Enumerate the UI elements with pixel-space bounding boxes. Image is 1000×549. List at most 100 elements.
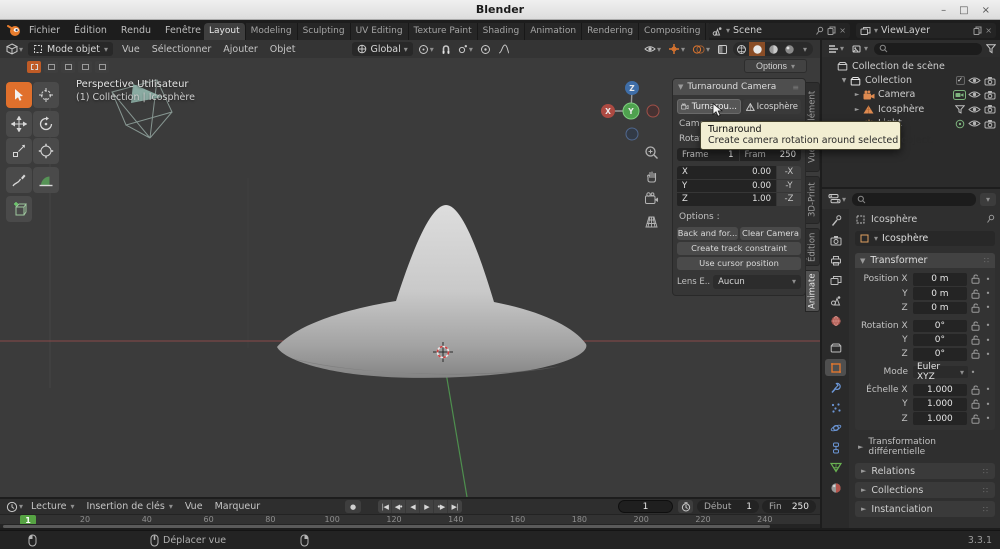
render-visibility-icon[interactable] <box>982 76 997 86</box>
tab-object-data[interactable] <box>825 459 846 476</box>
workspace-tab-UV Editing[interactable]: UV Editing <box>351 23 409 40</box>
navigation-gizmo[interactable]: Z X Y <box>596 78 666 148</box>
timeline-menu-Vue[interactable]: Vue <box>179 501 209 512</box>
axis-negate-button-Z[interactable]: -Z <box>777 193 801 206</box>
pin-icon[interactable] <box>815 26 824 36</box>
sidebar-tab-Édition[interactable]: Édition <box>805 228 820 266</box>
eye-icon[interactable] <box>967 119 982 128</box>
select-extend-button[interactable] <box>44 61 58 73</box>
render-visibility-icon[interactable] <box>982 119 997 129</box>
workspace-tab-Rendering[interactable]: Rendering <box>582 23 639 40</box>
maximize-button[interactable]: □ <box>959 5 968 16</box>
frame-start-field[interactable]: Début1 <box>697 500 759 513</box>
animate-dot[interactable]: • <box>983 321 993 330</box>
turnaround-object-field[interactable]: Icosphère <box>743 99 801 114</box>
workspace-tab-Modeling[interactable]: Modeling <box>246 23 298 40</box>
options-button[interactable]: Options▾ <box>744 59 807 73</box>
menu-Fichier[interactable]: Fichier <box>22 25 67 36</box>
tab-material[interactable] <box>825 479 846 496</box>
menu-Fenêtre[interactable]: Fenêtre <box>158 25 208 36</box>
rotation-mode-dropdown[interactable]: Euler XYZ▾ <box>913 366 968 379</box>
snap-target-button[interactable]: ▾ <box>456 44 475 54</box>
lock-icon[interactable] <box>967 289 983 299</box>
viewport-menu-Objet[interactable]: Objet <box>264 44 302 55</box>
proportional-falloff-button[interactable] <box>496 44 512 54</box>
outliner-search-input[interactable] <box>874 43 982 55</box>
rotate-tool[interactable] <box>33 111 59 137</box>
workspace-tab-Compositing[interactable]: Compositing <box>639 23 706 40</box>
lock-icon[interactable] <box>967 321 983 331</box>
select-subtract-button[interactable] <box>61 61 75 73</box>
ortho-toggle-button[interactable] <box>643 213 660 229</box>
timeline-menu-Marqueur[interactable]: Marqueur <box>209 501 267 512</box>
viewlayer-selector[interactable]: ▾ ViewLayer × <box>856 23 996 38</box>
animate-dot[interactable]: • <box>983 414 993 423</box>
filter-type-button[interactable]: ▾ <box>850 44 870 54</box>
eye-icon[interactable] <box>967 105 982 114</box>
play-button[interactable]: ▶ <box>420 500 434 513</box>
tab-collection[interactable] <box>825 339 846 356</box>
transform-value-field[interactable]: 1.000 <box>913 412 968 425</box>
snap-toggle-button[interactable] <box>439 44 453 55</box>
tab-render[interactable] <box>825 232 846 249</box>
tab-output[interactable] <box>825 252 846 269</box>
xray-toggle-button[interactable] <box>715 44 730 55</box>
button-Clear Camera[interactable]: Clear Camera <box>740 227 801 240</box>
transform-orientation-selector[interactable]: Global▾ <box>352 42 412 56</box>
viewport-menu-Sélectionner[interactable]: Sélectionner <box>146 44 218 55</box>
menu-Rendu[interactable]: Rendu <box>114 25 158 36</box>
menu-Édition[interactable]: Édition <box>67 25 114 36</box>
camera-view-button[interactable] <box>643 190 660 206</box>
animate-dot[interactable]: • <box>983 400 993 409</box>
use-preview-range-button[interactable] <box>678 500 693 513</box>
add-cube-tool[interactable] <box>6 196 32 222</box>
zoom-button[interactable] <box>643 144 660 160</box>
unlink-icon[interactable]: × <box>839 26 846 35</box>
transform-value-field[interactable]: 0 m <box>913 302 968 315</box>
timeline-editor-type-button[interactable]: ▾ <box>4 501 25 513</box>
workspace-tab-Animation[interactable]: Animation <box>525 23 582 40</box>
lock-icon[interactable] <box>967 303 983 313</box>
turnaround-button[interactable]: Turnarou... <box>677 99 741 114</box>
scale-tool[interactable] <box>6 138 32 164</box>
light-data-icon[interactable] <box>952 119 967 129</box>
transform-value-field[interactable]: 0 m <box>913 287 968 300</box>
panel-Collections[interactable]: ►Collections∷ <box>855 482 995 498</box>
overlays-button[interactable]: ▾ <box>690 44 712 55</box>
render-visibility-icon[interactable] <box>982 104 997 114</box>
show-object-types-button[interactable]: ▾ <box>642 44 663 54</box>
render-visibility-icon[interactable] <box>982 90 997 100</box>
jump-to-start-button[interactable]: ∣◀ <box>378 500 392 513</box>
next-keyframe-button[interactable]: •▶ <box>434 500 448 513</box>
transform-value-field[interactable]: 0 m <box>913 273 968 286</box>
timeline-ruler[interactable]: 1 20406080100120140160180200220240 <box>0 514 820 524</box>
viewport-menu-Vue[interactable]: Vue <box>116 44 146 55</box>
delta-transform-toggle[interactable]: ►Transformation différentielle <box>855 437 995 457</box>
animate-dot[interactable]: • <box>983 336 993 345</box>
select-set-button[interactable] <box>27 61 41 73</box>
transform-tool[interactable] <box>33 138 59 164</box>
blender-logo-icon[interactable] <box>7 23 21 37</box>
shading-rendered-button[interactable] <box>781 42 797 56</box>
tab-physics[interactable] <box>825 419 846 436</box>
panel-header[interactable]: ▼ Turnaround Camera ≡ <box>673 79 805 95</box>
timeline-scrollbar[interactable] <box>0 524 820 528</box>
outliner-row-Icosphère[interactable]: ►Icosphère <box>822 102 1000 116</box>
workspace-tab-Shading[interactable]: Shading <box>478 23 526 40</box>
sidebar-tab-Animate[interactable]: Animate <box>805 270 820 312</box>
tab-world[interactable] <box>825 312 846 329</box>
animate-dot[interactable]: • <box>983 303 993 312</box>
tab-view-layer[interactable] <box>825 272 846 289</box>
prev-keyframe-button[interactable]: ◀• <box>392 500 406 513</box>
shading-wireframe-button[interactable] <box>733 42 749 56</box>
sidebar-tab-3D-Print[interactable]: 3D-Print <box>805 176 820 224</box>
transform-value-field[interactable]: 1.000 <box>913 398 968 411</box>
editor-type-button[interactable]: ▾ <box>4 43 25 55</box>
transform-value-field[interactable]: 1.000 <box>913 384 968 397</box>
tab-scene[interactable] <box>825 292 846 309</box>
axis-negate-button-X[interactable]: -X <box>777 166 801 179</box>
transform-value-field[interactable]: 0° <box>913 334 968 347</box>
timeline-menu-Lecture[interactable]: Lecture▾ <box>25 501 81 512</box>
auto-keying-button[interactable]: ● <box>345 500 361 513</box>
axis-field-X[interactable]: X0.00 <box>677 166 776 179</box>
